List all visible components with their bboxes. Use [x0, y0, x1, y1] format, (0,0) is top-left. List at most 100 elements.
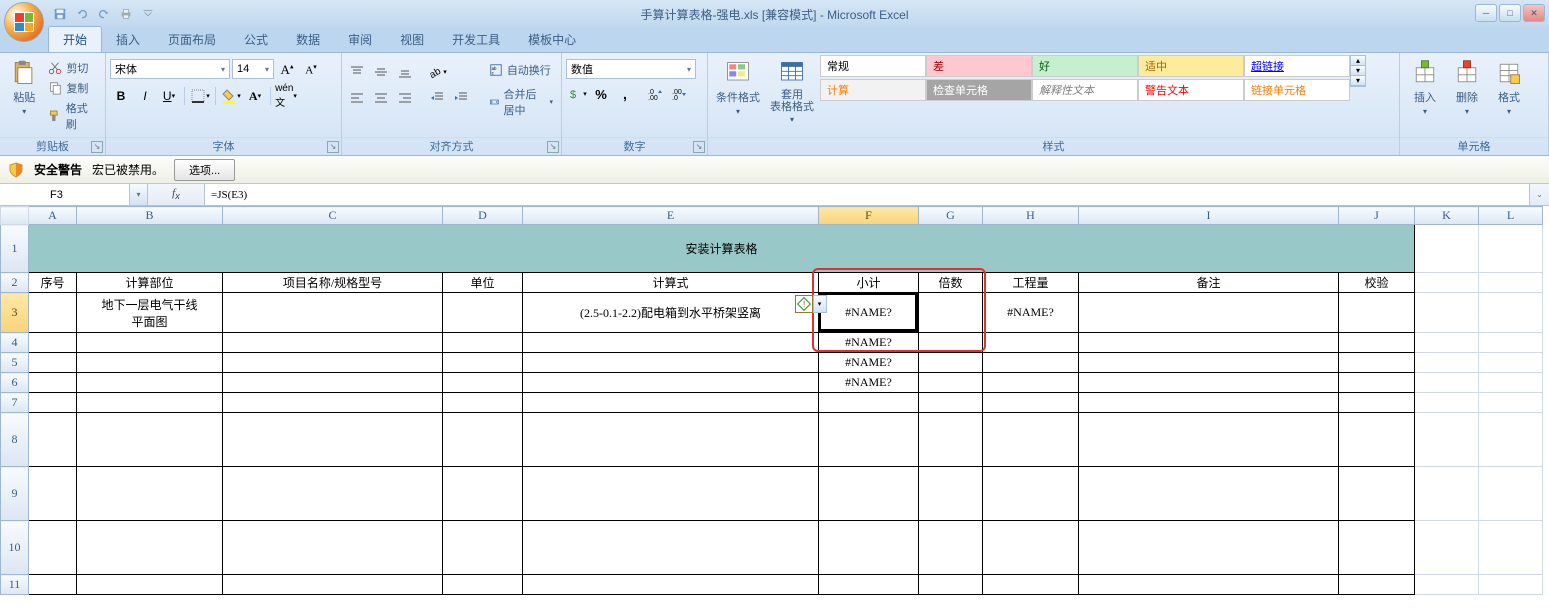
- cell[interactable]: [1479, 467, 1543, 521]
- cell[interactable]: [1479, 413, 1543, 467]
- row-header[interactable]: 9: [1, 467, 29, 521]
- tab-6[interactable]: 视图: [386, 27, 438, 52]
- row-header[interactable]: 8: [1, 413, 29, 467]
- cell[interactable]: [523, 393, 819, 413]
- cell[interactable]: [819, 413, 919, 467]
- cell[interactable]: [29, 575, 77, 595]
- cell[interactable]: [983, 521, 1079, 575]
- cell[interactable]: [29, 467, 77, 521]
- qat-more-icon[interactable]: [138, 4, 158, 24]
- cell[interactable]: [443, 393, 523, 413]
- cell[interactable]: [77, 521, 223, 575]
- format-painter-button[interactable]: 格式刷: [44, 99, 101, 133]
- cell[interactable]: #NAME?: [983, 293, 1079, 333]
- style-cell[interactable]: 链接单元格: [1244, 79, 1350, 101]
- tab-2[interactable]: 页面布局: [154, 27, 230, 52]
- cell[interactable]: [1339, 393, 1415, 413]
- cell[interactable]: [29, 373, 77, 393]
- style-cell[interactable]: 计算: [820, 79, 926, 101]
- tab-5[interactable]: 审阅: [334, 27, 386, 52]
- cell[interactable]: 单位: [443, 273, 523, 293]
- qat-save-icon[interactable]: [50, 4, 70, 24]
- cell[interactable]: [1079, 575, 1339, 595]
- cell[interactable]: [223, 413, 443, 467]
- style-cell[interactable]: 超链接: [1244, 55, 1350, 77]
- formula-bar[interactable]: =JS(E3): [204, 184, 1529, 205]
- cell[interactable]: [1415, 575, 1479, 595]
- cell[interactable]: 倍数: [919, 273, 983, 293]
- cell[interactable]: [1079, 413, 1339, 467]
- align-right-icon[interactable]: [394, 87, 416, 109]
- cell[interactable]: [443, 521, 523, 575]
- row-header[interactable]: 7: [1, 393, 29, 413]
- minimize-button[interactable]: ─: [1475, 4, 1497, 22]
- comma-icon[interactable]: ,: [614, 83, 636, 105]
- cell[interactable]: 计算式: [523, 273, 819, 293]
- col-header[interactable]: B: [77, 207, 223, 225]
- cell[interactable]: [523, 467, 819, 521]
- paste-button[interactable]: 粘贴▾: [4, 55, 44, 120]
- cell[interactable]: 小计: [819, 273, 919, 293]
- cell[interactable]: [1415, 273, 1479, 293]
- cell[interactable]: [443, 575, 523, 595]
- conditional-format-button[interactable]: 条件格式▾: [712, 55, 764, 120]
- phonetic-icon[interactable]: wén文▾: [275, 85, 297, 107]
- shrink-font-icon[interactable]: A▾: [300, 59, 322, 81]
- cell[interactable]: [29, 293, 77, 333]
- row-header[interactable]: 1: [1, 225, 29, 273]
- cell[interactable]: [1415, 225, 1479, 273]
- cell[interactable]: [983, 353, 1079, 373]
- increase-decimal-icon[interactable]: .0.00: [644, 83, 666, 105]
- cell[interactable]: #NAME?: [819, 353, 919, 373]
- col-header[interactable]: K: [1415, 207, 1479, 225]
- cell[interactable]: [1479, 373, 1543, 393]
- align-top-icon[interactable]: [346, 61, 368, 83]
- align-middle-icon[interactable]: [370, 61, 392, 83]
- cell[interactable]: [523, 373, 819, 393]
- cell[interactable]: 计算部位: [77, 273, 223, 293]
- cell[interactable]: [1339, 521, 1415, 575]
- cell[interactable]: [919, 333, 983, 353]
- cell[interactable]: [1079, 373, 1339, 393]
- col-header[interactable]: C: [223, 207, 443, 225]
- row-header[interactable]: 2: [1, 273, 29, 293]
- cell[interactable]: [223, 467, 443, 521]
- maximize-button[interactable]: □: [1499, 4, 1521, 22]
- cell[interactable]: [1339, 575, 1415, 595]
- cell[interactable]: [1415, 293, 1479, 333]
- merge-center-button[interactable]: 合并后居中▾: [485, 85, 557, 119]
- cell[interactable]: [1479, 353, 1543, 373]
- row-header[interactable]: 3: [1, 293, 29, 333]
- cell[interactable]: [819, 467, 919, 521]
- tab-7[interactable]: 开发工具: [438, 27, 514, 52]
- cell[interactable]: [1479, 293, 1543, 333]
- bold-icon[interactable]: B: [110, 85, 132, 107]
- cell[interactable]: [1339, 373, 1415, 393]
- cell[interactable]: [223, 521, 443, 575]
- gallery-more-icon[interactable]: ▾: [1351, 76, 1365, 86]
- cell[interactable]: 序号: [29, 273, 77, 293]
- cell[interactable]: [77, 353, 223, 373]
- cell[interactable]: [223, 333, 443, 353]
- tab-8[interactable]: 模板中心: [514, 27, 590, 52]
- col-header[interactable]: H: [983, 207, 1079, 225]
- select-all-corner[interactable]: [1, 207, 29, 225]
- underline-icon[interactable]: U▾: [158, 85, 180, 107]
- cell[interactable]: [77, 333, 223, 353]
- style-cell[interactable]: 检查单元格: [926, 79, 1032, 101]
- table-format-button[interactable]: 套用 表格格式▾: [764, 55, 820, 128]
- align-left-icon[interactable]: [346, 87, 368, 109]
- cell[interactable]: [223, 575, 443, 595]
- cell[interactable]: [919, 575, 983, 595]
- cell[interactable]: [1479, 273, 1543, 293]
- cell[interactable]: [1079, 333, 1339, 353]
- cell[interactable]: [1415, 353, 1479, 373]
- align-center-icon[interactable]: [370, 87, 392, 109]
- gallery-up-icon[interactable]: ▴: [1351, 56, 1365, 66]
- cell[interactable]: [819, 575, 919, 595]
- cell[interactable]: [819, 393, 919, 413]
- cell[interactable]: [223, 293, 443, 333]
- col-header[interactable]: G: [919, 207, 983, 225]
- close-button[interactable]: ✕: [1523, 4, 1545, 22]
- cell[interactable]: [1079, 293, 1339, 333]
